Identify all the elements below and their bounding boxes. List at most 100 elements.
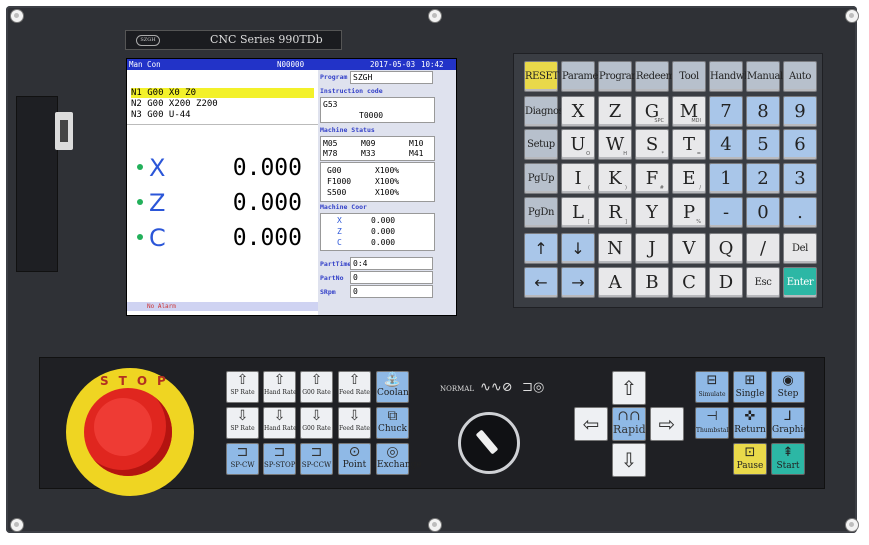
keypad-key[interactable]: Setup	[524, 129, 558, 160]
override-key[interactable]: ⇩ Feed Rate	[338, 407, 371, 439]
keypad-key[interactable]: S *	[635, 129, 669, 160]
keypad-key[interactable]: Manual	[746, 61, 783, 92]
override-key[interactable]: ⊙ Point	[338, 443, 371, 475]
keypad-key[interactable]: PgDn	[524, 197, 558, 228]
keypad-key[interactable]: F #	[635, 163, 669, 194]
keypad-key[interactable]: 5	[746, 129, 780, 160]
program-line[interactable]: N2 G00 X200 Z200	[131, 99, 314, 109]
status-code: M78	[323, 149, 338, 158]
operation-key[interactable]: ⊞ Single	[733, 371, 767, 403]
keypad-key-label: PgUp	[527, 173, 555, 184]
keypad-key[interactable]: Y	[635, 197, 669, 228]
keypad-key[interactable]: M MDI	[672, 96, 706, 127]
operation-key[interactable]: ⅃ Graphic	[771, 407, 808, 439]
usb-port[interactable]	[55, 112, 73, 150]
keypad-key[interactable]: ↑	[524, 233, 558, 264]
rapid-button[interactable]: ∩∩ Rapid	[612, 407, 646, 441]
keypad-key[interactable]: Program	[598, 61, 641, 92]
override-key[interactable]: ⧉ Chuck	[376, 407, 409, 439]
jog-up-button[interactable]: ⇧	[612, 371, 646, 405]
override-key[interactable]: ⛲ Coolant	[376, 371, 412, 403]
keypad-key[interactable]: .	[783, 197, 817, 228]
keypad-key[interactable]: Tool	[672, 61, 706, 92]
operation-key[interactable]: ⇞ Start	[771, 443, 805, 475]
override-key[interactable]: ⇧ G00 Rate	[300, 371, 333, 403]
override-key-icon: ⛲	[383, 372, 402, 388]
keypad-key[interactable]: 7	[709, 96, 743, 127]
program-line[interactable]: N3 G00 U-44	[131, 110, 314, 120]
operation-key[interactable]: ✜ Return	[733, 407, 767, 439]
keypad-key[interactable]: /	[746, 233, 780, 264]
keypad-key[interactable]: 0	[746, 197, 780, 228]
keypad-key[interactable]: ↓	[561, 233, 595, 264]
machine-coor-label: Machine Coor	[320, 203, 367, 211]
keypad-key[interactable]: R]	[598, 197, 632, 228]
keypad-key[interactable]: Auto	[783, 61, 817, 92]
parttime-label: PartTime	[320, 260, 352, 268]
keypad-key[interactable]: Diagnosis	[524, 96, 571, 127]
keypad-key[interactable]: WH	[598, 129, 632, 160]
jog-left-button[interactable]: ⇦	[574, 407, 608, 441]
keypad-key[interactable]: RESET	[524, 61, 559, 92]
keypad-key[interactable]: T =	[672, 129, 706, 160]
keypad-key-label: Del	[792, 243, 808, 254]
keypad-key[interactable]: P%	[672, 197, 706, 228]
override-key[interactable]: ⇧ Hand Rate	[263, 371, 297, 403]
override-key[interactable]: ⇧ SP Rate	[226, 371, 259, 403]
keypad-key[interactable]: J	[635, 233, 669, 264]
keypad-key[interactable]: D	[709, 267, 743, 298]
keypad-key[interactable]: V	[672, 233, 706, 264]
keypad-key[interactable]: 2	[746, 163, 780, 194]
operation-key[interactable]: ⊟ Simulate	[695, 371, 729, 403]
override-key[interactable]: ⊐ SP-STOP	[263, 443, 296, 475]
keypad-key[interactable]: N	[598, 233, 632, 264]
override-key[interactable]: ⇩ SP Rate	[226, 407, 259, 439]
keypad-key[interactable]: C	[672, 267, 706, 298]
keypad-key[interactable]: B	[635, 267, 669, 298]
keypad-key[interactable]: Z	[598, 96, 632, 127]
jog-right-button[interactable]: ⇨	[650, 407, 684, 441]
keypad-key[interactable]: Esc	[746, 267, 780, 298]
override-key[interactable]: ⇩ G00 Rate	[300, 407, 333, 439]
keypad-key[interactable]: 1	[709, 163, 743, 194]
keypad-key[interactable]: →	[561, 267, 595, 298]
keypad-key[interactable]: Del	[783, 233, 817, 264]
keypad-key[interactable]: X	[561, 96, 595, 127]
keypad-key[interactable]: 9	[783, 96, 817, 127]
keypad-key[interactable]: 8	[746, 96, 780, 127]
override-key[interactable]: ⇧ Feed Rate	[338, 371, 371, 403]
mode-selector-knob[interactable]	[458, 412, 520, 474]
keypad-key-label: 2	[757, 168, 769, 189]
keypad-key[interactable]: Redeem	[635, 61, 675, 92]
keypad-key[interactable]: 4	[709, 129, 743, 160]
keypad-key[interactable]: 6	[783, 129, 817, 160]
srpm-value: 0	[353, 287, 358, 296]
keypad-key[interactable]: G SPC	[635, 96, 669, 127]
operation-key[interactable]: ⊡ Pause	[733, 443, 767, 475]
override-key[interactable]: ⊐ SP-CW	[226, 443, 259, 475]
keypad-key[interactable]: E /	[672, 163, 706, 194]
axis-value: 0.000	[232, 225, 302, 251]
keypad-key[interactable]: Q	[709, 233, 743, 264]
operation-key[interactable]: ◉ Step	[771, 371, 805, 403]
keypad-key[interactable]: Handwheel	[709, 61, 764, 92]
program-line-current[interactable]: N1 G00 X0 Z0	[131, 88, 314, 98]
override-key[interactable]: ◎ Exchange	[376, 443, 422, 475]
keypad-key[interactable]: UO	[561, 129, 595, 160]
keypad-key[interactable]: PgUp	[524, 163, 558, 194]
override-key[interactable]: ⇩ Hand Rate	[263, 407, 297, 439]
keypad-key[interactable]: ←	[524, 267, 558, 298]
keypad-key[interactable]: I(	[561, 163, 595, 194]
instruction-field: G53 T0000	[320, 97, 435, 123]
keypad-key[interactable]: A	[598, 267, 632, 298]
jog-down-button[interactable]: ⇩	[612, 443, 646, 477]
keypad-key[interactable]: -	[709, 197, 743, 228]
keypad-key[interactable]: Parameter	[561, 61, 612, 92]
keypad-key[interactable]: Enter	[783, 267, 817, 298]
keypad-key[interactable]: 3	[783, 163, 817, 194]
emergency-stop-button[interactable]	[84, 388, 172, 476]
override-key[interactable]: ⊐ SP-CCW	[300, 443, 333, 475]
keypad-key[interactable]: K)	[598, 163, 632, 194]
keypad-key[interactable]: L[	[561, 197, 595, 228]
operation-key[interactable]: ⊣ Thumbstall	[695, 407, 730, 439]
